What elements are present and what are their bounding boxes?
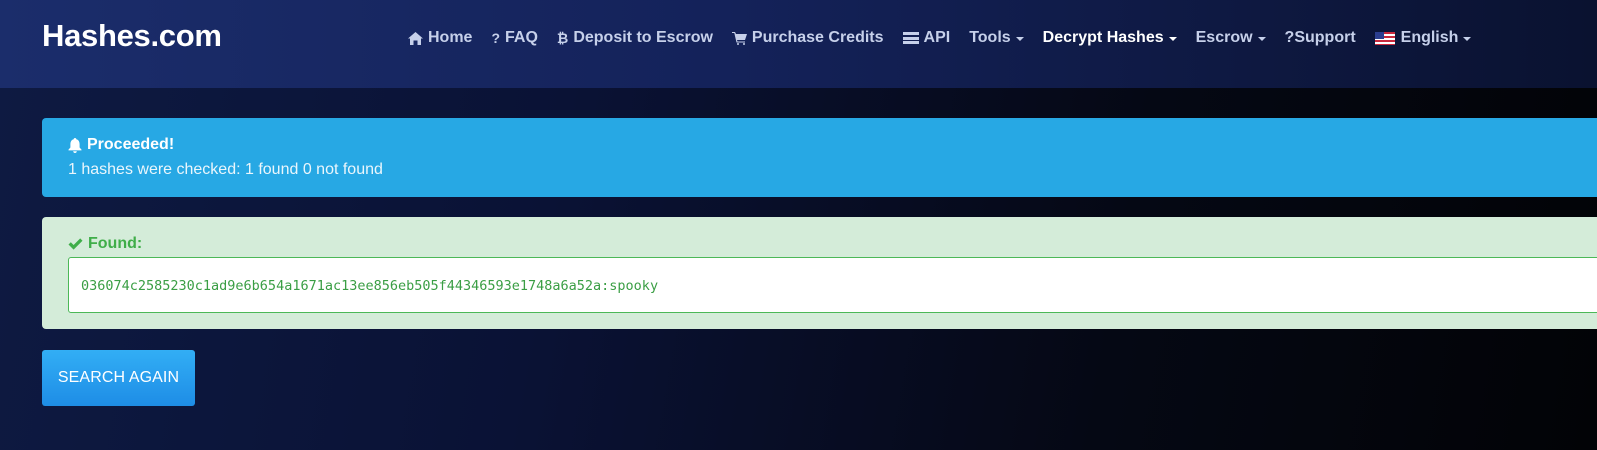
nav-item-label: ?Support [1284,29,1356,46]
nav-item-language[interactable]: English [1374,29,1472,47]
caret-down-icon [1015,37,1024,41]
alert-title: Proceeded! [68,136,174,154]
nav-item-faq[interactable]: ? FAQ [491,29,537,47]
found-alert: Found: 036074c2585230c1ad9e6b654a1671ac1… [42,217,1597,329]
nav-item-purchase-credits[interactable]: Purchase Credits [731,29,884,47]
nav-item-label: Purchase Credits [751,29,884,46]
nav-item-api[interactable]: API [902,29,951,47]
caret-down-icon [1168,37,1177,41]
info-alert: Proceeded! 1 hashes were checked: 1 foun… [42,118,1597,197]
question-icon: ? [491,30,501,46]
caret-down-icon [1463,37,1472,41]
nav-item-decrypt-hashes[interactable]: Decrypt Hashes [1043,29,1177,47]
search-again-button[interactable]: Search again [42,350,195,406]
brand-logo[interactable]: Hashes.com [42,18,222,54]
main-nav: Home ? FAQ ₿ Deposit to Escrow Purchase … [408,27,1490,49]
cart-icon [731,31,747,45]
found-title-text: Found: [88,235,143,252]
nav-item-label: English [1400,29,1459,46]
us-flag-icon [1374,31,1395,45]
bell-icon [68,137,82,153]
nav-item-label: Tools [969,29,1011,46]
caret-down-icon [1257,37,1266,41]
nav-item-home[interactable]: Home [408,29,472,47]
found-title: Found: [68,235,142,253]
alert-title-text: Proceeded! [87,136,175,153]
server-icon [902,32,919,44]
nav-item-support[interactable]: ?Support [1285,29,1356,47]
found-result-box[interactable]: 036074c2585230c1ad9e6b654a1671ac13ee856e… [68,257,1597,313]
nav-item-label: Escrow [1195,29,1253,46]
nav-item-escrow[interactable]: Escrow [1196,29,1266,47]
check-icon [68,238,83,250]
alert-message: 1 hashes were checked: 1 found 0 not fou… [68,161,383,178]
nav-item-label: FAQ [505,29,538,46]
home-icon [408,31,423,45]
nav-item-label: Decrypt Hashes [1042,29,1164,46]
bitcoin-icon: ₿ [556,30,569,46]
nav-item-deposit-to-escrow[interactable]: ₿ Deposit to Escrow [557,29,713,47]
nav-item-label: Home [428,29,473,46]
top-navbar: Hashes.com Home ? FAQ ₿ Deposit to Escro… [0,0,1597,88]
nav-item-label: Deposit to Escrow [573,29,713,46]
nav-item-tools[interactable]: Tools [969,29,1024,47]
nav-item-label: API [923,29,951,46]
